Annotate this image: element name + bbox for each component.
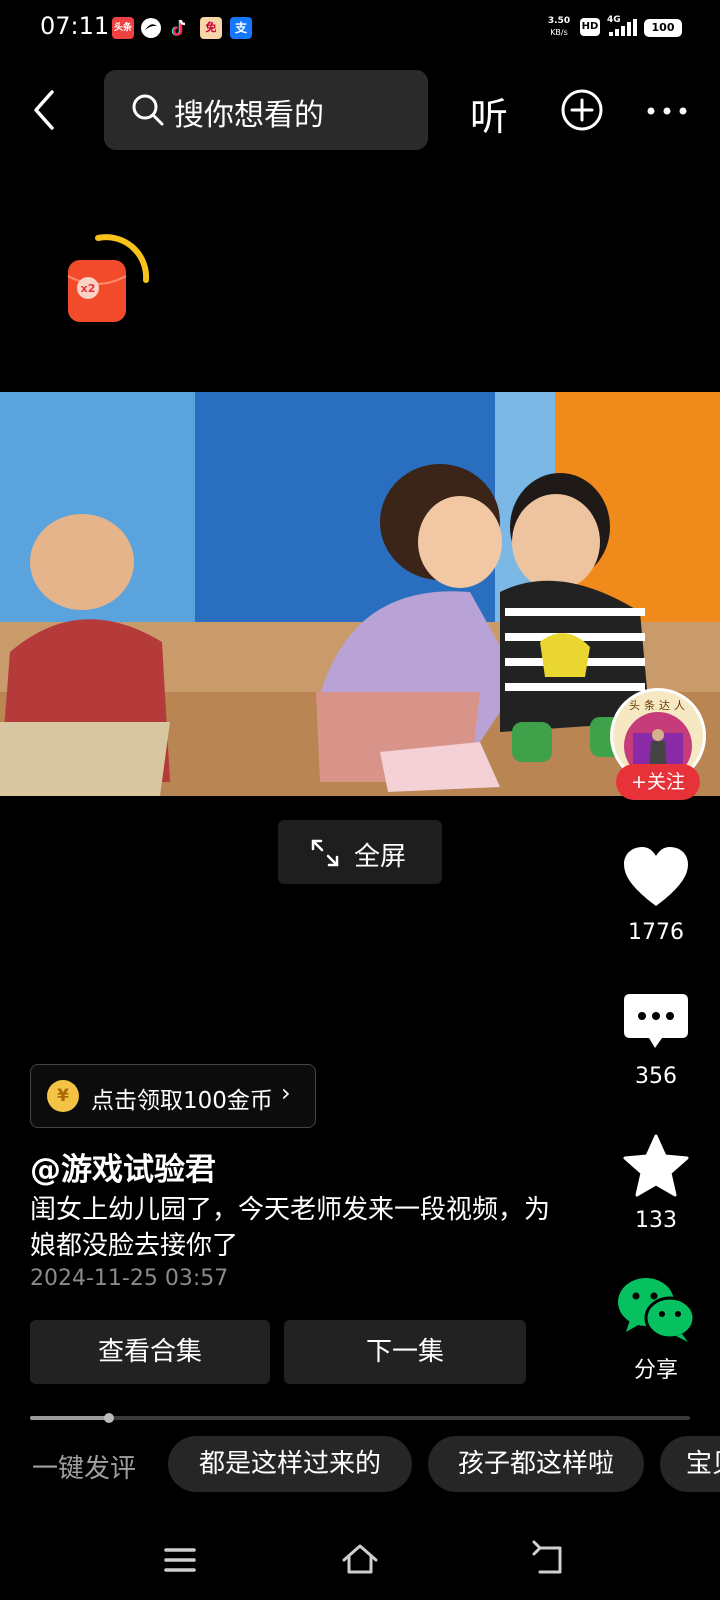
quick-comment-label: 一键发评 (32, 1454, 137, 1484)
back-button[interactable] (28, 86, 64, 134)
comment-button[interactable] (622, 992, 690, 1056)
hd-voice-badge: HD (580, 18, 600, 36)
create-button[interactable] (560, 88, 604, 132)
avatar-caption: 头条达人 (629, 699, 689, 712)
red-packet-reward[interactable]: x2 (62, 232, 152, 326)
network-speed-value: 3.50 (547, 16, 571, 26)
battery-indicator: 100 (644, 19, 682, 37)
coin-reward-text: 点击领取100金币 (91, 1088, 273, 1114)
tiktok-notification-icon (168, 17, 190, 39)
shopping-notification-icon: 免 (200, 17, 222, 39)
network-speed-unit: KB/s (550, 28, 568, 37)
share-button[interactable] (616, 1274, 696, 1344)
next-episode-button[interactable]: 下一集 (284, 1320, 526, 1384)
heart-icon (624, 847, 688, 906)
plus-circle-icon (561, 89, 603, 131)
fullscreen-label: 全屏 (354, 842, 407, 872)
back-nav-icon[interactable] (530, 1540, 570, 1580)
favorite-count: 133 (635, 1208, 677, 1233)
like-count: 1776 (628, 920, 684, 945)
like-button[interactable] (622, 846, 690, 910)
network-speed: 3.50 KB/s (546, 16, 572, 38)
post-description: 闺女上幼儿园了，今天老师发来一段视频，为娘都没脸去接你了 (30, 1195, 551, 1261)
search-input[interactable]: 搜你想看的 (104, 70, 428, 150)
quick-comment-chip[interactable]: 孩子都这样啦 (428, 1436, 644, 1492)
expand-icon (311, 839, 339, 867)
favorite-button[interactable] (622, 1134, 690, 1198)
status-time: 07:11 (40, 12, 110, 40)
post-date: 2024-11-25 03:57 (30, 1266, 229, 1291)
progress-handle[interactable] (104, 1413, 115, 1423)
chevron-right-icon: › (281, 1079, 291, 1107)
status-bar: 07:11 头条 免 支 3.50 KB/s HD 4G 100 (0, 0, 720, 58)
red-packet-icon (67, 234, 150, 322)
search-placeholder: 搜你想看的 (174, 98, 324, 133)
progress-fill (30, 1416, 110, 1420)
listen-button[interactable]: 听 (470, 86, 508, 141)
quick-comment-chip[interactable]: 都是这样过来的 (168, 1436, 412, 1492)
author-name[interactable]: @游戏试验君 (30, 1144, 216, 1189)
alipay-notification-icon: 支 (230, 17, 252, 39)
more-dots-icon (647, 107, 687, 115)
menu-icon[interactable] (160, 1540, 200, 1580)
wechat-icon (618, 1278, 696, 1342)
back-arrow-icon (34, 90, 54, 130)
red-packet-multiplier: x2 (80, 282, 96, 295)
hummingbird-notification-icon (140, 17, 162, 39)
toutiao-notification-icon: 头条 (112, 17, 134, 39)
comment-count: 356 (635, 1064, 677, 1089)
coin-icon: ¥ (47, 1080, 79, 1112)
star-icon (623, 1134, 689, 1197)
video-progress-bar[interactable] (30, 1413, 690, 1423)
comment-bubble-icon (624, 994, 688, 1048)
follow-button[interactable]: +关注 (616, 764, 700, 800)
home-icon[interactable] (340, 1540, 380, 1580)
more-button[interactable] (645, 96, 689, 126)
view-collection-button[interactable]: 查看合集 (30, 1320, 270, 1384)
share-label: 分享 (633, 1358, 678, 1383)
cellular-signal-icon: 4G (607, 15, 639, 38)
search-icon (132, 94, 164, 126)
quick-comment-chip[interactable]: 宝贝 (660, 1436, 720, 1492)
fullscreen-button[interactable]: 全屏 (278, 820, 442, 884)
coin-reward-badge[interactable]: ¥ 点击领取100金币 › (30, 1064, 316, 1128)
